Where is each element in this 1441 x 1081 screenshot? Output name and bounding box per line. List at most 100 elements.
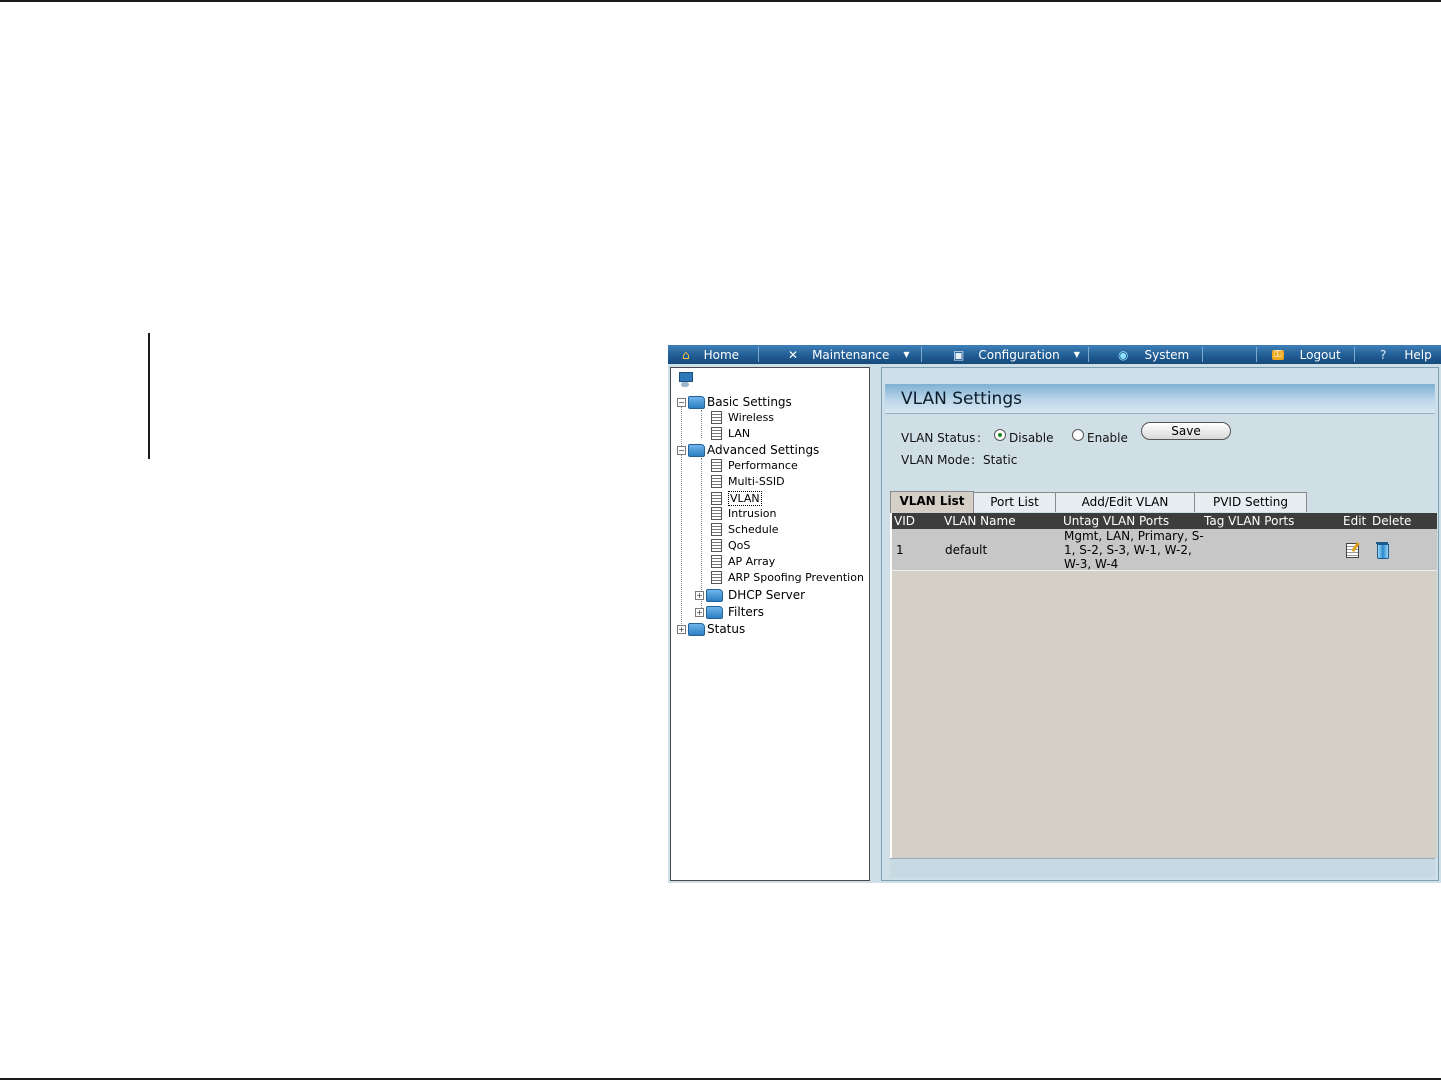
top-nav-bar: ⌂ Home ✕ Maintenance ▼ ▣ Configuration ▼…	[668, 345, 1441, 364]
tree-item-ap-array[interactable]: AP Array	[711, 555, 775, 568]
save-button[interactable]: Save	[1141, 422, 1231, 440]
nav-separator	[921, 347, 922, 362]
tree-label: Multi-SSID	[728, 475, 785, 488]
disable-label: Disable	[1009, 431, 1054, 445]
tree-label: LAN	[728, 427, 751, 440]
tree-label: Status	[707, 622, 746, 636]
tree-item-qos[interactable]: QoS	[711, 539, 750, 552]
tree-item-vlan[interactable]: VLAN	[711, 491, 762, 506]
page-icon	[711, 507, 722, 520]
tree-label: Schedule	[728, 523, 779, 536]
page-icon	[711, 475, 722, 488]
tree-label: AP Array	[728, 555, 776, 568]
edit-icon[interactable]	[1346, 543, 1359, 558]
trash-icon[interactable]	[1376, 542, 1389, 559]
tree-item-multi-ssid[interactable]: Multi-SSID	[711, 475, 785, 488]
network-root-icon	[678, 372, 693, 388]
tools-icon: ✕	[788, 347, 799, 362]
col-untag-ports: Untag VLAN Ports	[1063, 514, 1170, 528]
nav-configuration[interactable]: ▣ Configuration ▼	[953, 345, 1080, 364]
nav-system[interactable]: ◉ System	[1118, 345, 1189, 364]
expand-icon[interactable]: +	[677, 624, 686, 634]
tree-label: Performance	[728, 459, 798, 472]
col-delete: Delete	[1372, 514, 1412, 528]
tree-label: Basic Settings	[707, 395, 792, 409]
cell-vid: 1	[896, 543, 904, 557]
enable-radio[interactable]	[1072, 429, 1084, 441]
nav-help-label: Help	[1404, 347, 1432, 362]
disk-icon: ▣	[953, 347, 965, 362]
tab-port-list[interactable]: Port List	[973, 492, 1056, 512]
home-icon: ⌂	[682, 347, 690, 362]
nav-home-label: Home	[703, 347, 740, 362]
page-title: VLAN Settings	[901, 389, 1022, 409]
vlan-mode-value: Static	[983, 453, 1018, 467]
nav-home[interactable]: ⌂ Home	[682, 345, 739, 364]
nav-maintenance[interactable]: ✕ Maintenance ▼	[788, 345, 910, 364]
tab-add-edit-vlan[interactable]: Add/Edit VLAN	[1055, 492, 1195, 512]
tree-item-intrusion[interactable]: Intrusion	[711, 507, 777, 520]
expand-icon[interactable]: +	[695, 607, 704, 617]
tree-item-schedule[interactable]: Schedule	[711, 523, 779, 536]
key-icon: ⚿	[1272, 348, 1284, 360]
globe-icon: ◉	[1118, 347, 1129, 362]
tree-label: DHCP Server	[728, 588, 806, 602]
page-icon	[711, 555, 722, 568]
vlan-status-label: VLAN Status	[901, 431, 976, 445]
vlan-table: VID VLAN Name Untag VLAN Ports Tag VLAN …	[890, 513, 1437, 858]
nav-help[interactable]: ? Help	[1380, 345, 1432, 364]
page-icon	[711, 492, 722, 505]
tree-label: ARP Spoofing Prevention	[728, 571, 864, 584]
tree-label-selected: VLAN	[728, 491, 762, 506]
tree-item-performance[interactable]: Performance	[711, 459, 798, 472]
tree-dhcp-server[interactable]: + DHCP Server	[695, 588, 805, 602]
nav-separator	[1354, 347, 1355, 362]
col-vlan-name: VLAN Name	[944, 514, 1016, 528]
col-edit: Edit	[1343, 514, 1367, 528]
collapse-icon[interactable]: −	[677, 445, 686, 455]
tab-pvid-setting[interactable]: PVID Setting	[1194, 492, 1307, 512]
page-icon	[711, 571, 722, 584]
folder-icon	[688, 622, 705, 636]
table-row[interactable]: 1 default Mgmt, LAN, Primary, S-1, S-2, …	[892, 529, 1437, 571]
vlan-status-colon: :	[977, 431, 982, 445]
folder-icon	[706, 588, 723, 602]
tree-item-arp-spoofing[interactable]: ARP Spoofing Prevention	[711, 571, 864, 584]
collapse-icon[interactable]: −	[677, 397, 686, 407]
table-header: VID VLAN Name Untag VLAN Ports Tag VLAN …	[892, 513, 1437, 529]
nav-separator	[1202, 347, 1203, 362]
nav-logout[interactable]: ⚿ Logout	[1272, 345, 1341, 364]
tree-status[interactable]: + Status	[677, 622, 745, 636]
col-vid: VID	[894, 514, 915, 528]
tree-filters[interactable]: + Filters	[695, 605, 764, 619]
cell-untag-ports: Mgmt, LAN, Primary, S-1, S-2, S-3, W-1, …	[1064, 529, 1204, 571]
cell-vlan-name: default	[945, 543, 988, 557]
page-icon	[711, 539, 722, 552]
nav-separator	[1088, 347, 1089, 362]
tree-advanced-settings[interactable]: − Advanced Settings	[677, 443, 819, 457]
panel-body: VLAN Status : Disable Enable Save VLAN M…	[885, 415, 1437, 878]
disable-radio[interactable]	[994, 429, 1006, 441]
vlan-mode-label: VLAN Mode	[901, 453, 970, 467]
tree-label: QoS	[728, 539, 751, 552]
tab-vlan-list[interactable]: VLAN List	[890, 491, 974, 513]
help-icon: ?	[1380, 347, 1387, 362]
page-icon	[711, 411, 722, 424]
nav-logout-label: Logout	[1299, 347, 1341, 362]
page-icon	[711, 523, 722, 536]
folder-icon	[688, 443, 705, 457]
nav-separator	[1256, 347, 1257, 362]
tree-label: Wireless	[728, 411, 775, 424]
content-panel: VLAN Settings VLAN Status : Disable Enab…	[881, 367, 1439, 881]
page-icon	[711, 459, 722, 472]
tree-label: Filters	[728, 605, 764, 619]
folder-icon	[688, 395, 705, 409]
nav-maintenance-label: Maintenance	[812, 347, 890, 362]
margin-line	[148, 333, 150, 459]
tree-item-wireless[interactable]: Wireless	[711, 411, 774, 424]
tree-basic-settings[interactable]: − Basic Settings	[677, 395, 792, 409]
tree-item-lan[interactable]: LAN	[711, 427, 750, 440]
expand-icon[interactable]: +	[695, 590, 704, 600]
nav-separator	[758, 347, 759, 362]
tree-label: Advanced Settings	[707, 443, 820, 457]
